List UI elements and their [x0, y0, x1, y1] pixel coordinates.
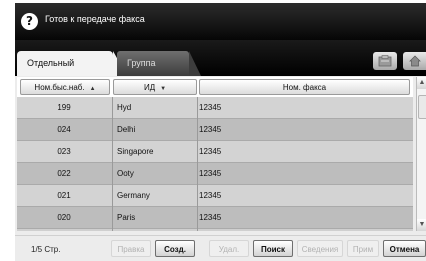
cell-id: Singapore — [117, 147, 154, 156]
column-speed-dial[interactable]: Ном.быс.наб. ▲ — [20, 79, 110, 95]
cell-id: Paris — [117, 213, 136, 222]
address-book-icon — [378, 55, 392, 67]
cell-fax-number: 12345 — [199, 103, 222, 112]
sort-asc-icon: ▲ — [89, 86, 96, 92]
tab-strip: Отдельный Группа — [15, 40, 426, 76]
vertical-scrollbar[interactable]: ▲ ▼ — [416, 77, 426, 231]
help-icon[interactable]: ? — [21, 13, 38, 30]
cell-id: Hyd — [117, 103, 132, 112]
table-row[interactable]: 022 Ooty 12345 — [17, 163, 413, 185]
scroll-up-icon[interactable]: ▲ — [417, 77, 426, 89]
table-row[interactable]: 021 Germany 12345 — [17, 185, 413, 207]
column-fax-number[interactable]: Ном. факса — [199, 79, 410, 95]
tab-group[interactable]: Группа — [117, 51, 201, 76]
column-id-label: ИД — [143, 83, 156, 92]
cell-id: Germany — [117, 191, 150, 200]
scroll-thumb[interactable] — [418, 95, 426, 119]
column-fax-number-label: Ном. факса — [282, 83, 327, 92]
table-header: Ном.быс.наб. ▲ ИД ▼ Ном. факса — [17, 77, 413, 98]
title-bar: ? Готов к передаче факса — [15, 3, 426, 40]
cell-id: Ooty — [117, 169, 134, 178]
cancel-button[interactable]: Отмена — [383, 240, 426, 257]
contacts-table: Ном.быс.наб. ▲ ИД ▼ Ном. факса 199 Hyd 123… — [17, 77, 413, 231]
create-button[interactable]: Созд. — [155, 240, 195, 257]
address-book-button[interactable] — [373, 52, 397, 70]
scroll-down-icon[interactable]: ▼ — [417, 219, 426, 231]
apply-button[interactable]: Прим — [347, 240, 379, 257]
column-divider — [197, 97, 198, 231]
cell-speed-dial: 024 — [57, 125, 71, 134]
cell-fax-number: 12345 — [199, 147, 222, 156]
column-id[interactable]: ИД ▼ — [113, 79, 197, 95]
home-icon — [408, 55, 421, 67]
home-button[interactable] — [403, 52, 426, 70]
cell-speed-dial: 020 — [57, 213, 71, 222]
cell-fax-number: 12345 — [199, 191, 222, 200]
delete-button[interactable]: Удал. — [209, 240, 249, 257]
cell-fax-number: 12345 — [199, 125, 222, 134]
details-button[interactable]: Сведения — [297, 240, 343, 257]
table-row[interactable]: 023 Singapore 12345 — [17, 141, 413, 163]
edit-button[interactable]: Правка — [111, 240, 151, 257]
cell-speed-dial: 022 — [57, 169, 71, 178]
table-row[interactable]: 024 Delhi 12345 — [17, 119, 413, 141]
cell-fax-number: 12345 — [199, 213, 222, 222]
table-row[interactable]: 199 Hyd 12345 — [17, 97, 413, 119]
status-title: Готов к передаче факса — [45, 14, 145, 24]
cell-fax-number: 12345 — [199, 169, 222, 178]
page-indicator: 1/5 Стр. — [31, 245, 61, 254]
table-row[interactable]: 020 Paris 12345 — [17, 207, 413, 229]
column-divider — [112, 97, 113, 231]
tab-individual[interactable]: Отдельный — [17, 51, 127, 76]
cell-speed-dial: 199 — [57, 103, 71, 112]
cell-id: Delhi — [117, 125, 136, 134]
fax-address-window: ? Готов к передаче факса Отдельный Групп… — [15, 3, 426, 261]
bottom-bar: 1/5 Стр. Правка Созд. Удал. Поиск Сведен… — [15, 235, 426, 261]
search-button[interactable]: Поиск — [253, 240, 293, 257]
cell-speed-dial: 023 — [57, 147, 71, 156]
cell-speed-dial: 021 — [57, 191, 71, 200]
column-speed-dial-label: Ном.быс.наб. — [34, 83, 85, 92]
sort-desc-icon: ▼ — [160, 86, 167, 92]
